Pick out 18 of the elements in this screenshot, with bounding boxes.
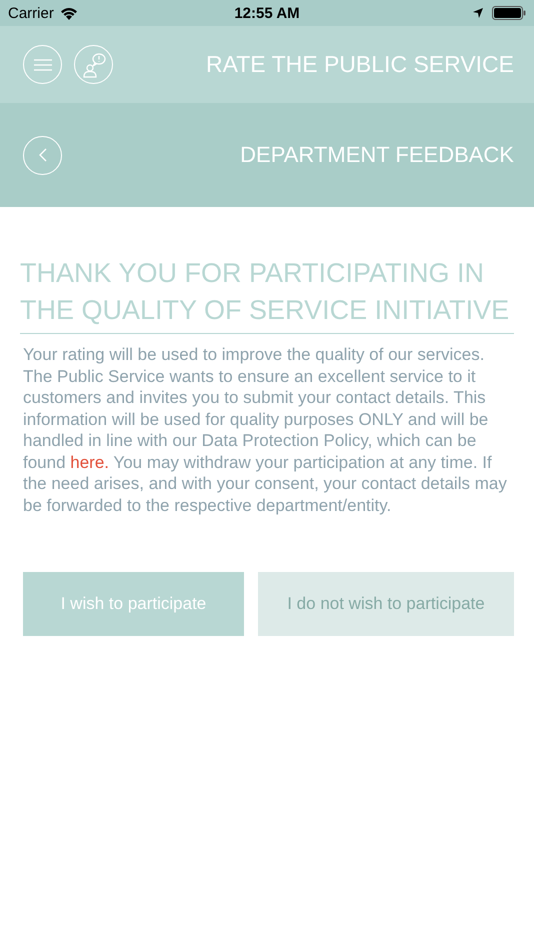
- status-time: 12:55 AM: [234, 4, 300, 22]
- consent-paragraph: Your rating will be used to improve the quality of our services. The Public Service wants to ensure an excellent service to it customers and invites you to submit your contact details. This information will be used for quality purposes ONLY and will be handled in line with our Data Protection Policy, which can be found here. You may withdraw your participation at any time. If the need arises, and with your consent, your contact details may be forwarded to the respective department/entity.: [23, 344, 508, 516]
- carrier-label: Carrier: [8, 4, 54, 22]
- person-speech-bubble-icon: [80, 52, 106, 78]
- back-chevron-icon: [38, 148, 46, 162]
- location-arrow-icon: [472, 7, 484, 19]
- menu-icon: [32, 58, 52, 70]
- section-title: DEPARTMENT FEEDBACK: [240, 142, 514, 168]
- wifi-icon: [60, 6, 78, 20]
- policy-link[interactable]: here.: [70, 452, 110, 472]
- battery-icon: [492, 6, 526, 20]
- header-title: RATE THE PUBLIC SERVICE: [206, 51, 514, 78]
- back-button[interactable]: [23, 136, 62, 174]
- participate-button[interactable]: I wish to participate: [23, 572, 244, 636]
- thank-you-heading: THANK YOU FOR PARTICIPATING IN THE QUALITY OF SERVICE INITIATIVE: [20, 255, 514, 334]
- menu-button[interactable]: [23, 45, 62, 84]
- decline-button[interactable]: I do not wish to participate: [258, 572, 514, 636]
- feedback-button[interactable]: [74, 45, 113, 84]
